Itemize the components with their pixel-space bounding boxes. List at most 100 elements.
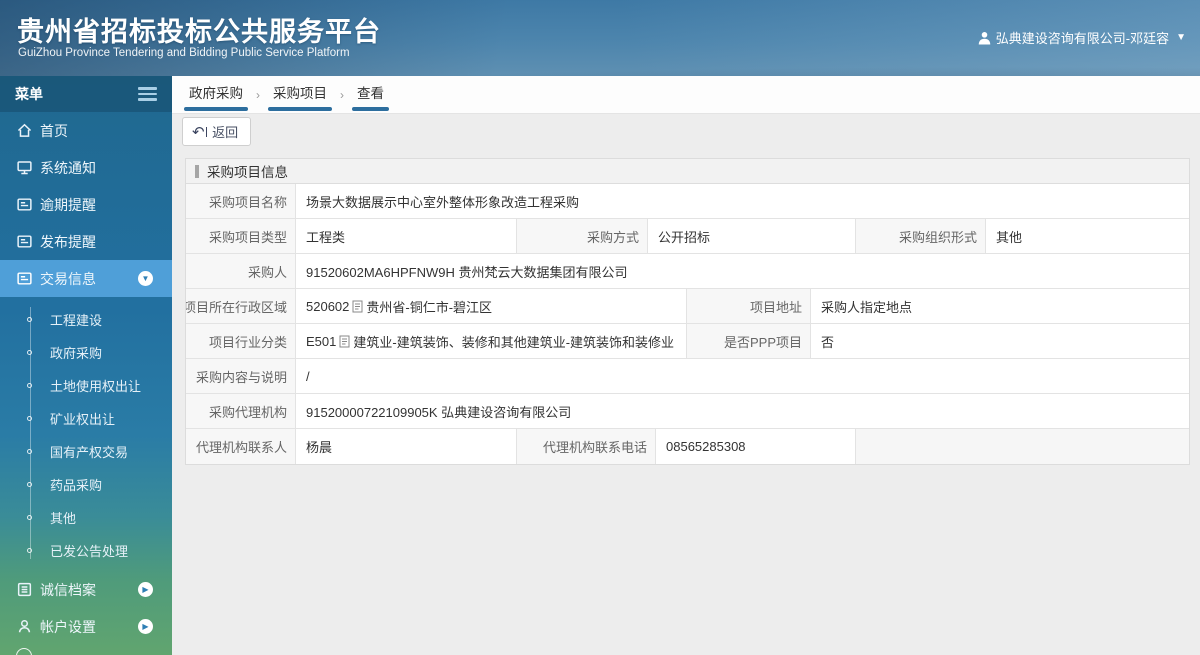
sidebar-menu-header: 菜单: [0, 76, 172, 112]
submenu-item-construction[interactable]: 工程建设: [0, 303, 172, 336]
user-icon: [978, 31, 991, 44]
breadcrumb-view[interactable]: 查看: [350, 76, 391, 114]
table-row: 采购代理机构 91520000722109905K 弘典建设咨询有限公司: [186, 394, 1189, 429]
chevron-down-circle-icon[interactable]: ▼: [138, 271, 153, 286]
field-value: 520602 贵州省-铜仁市-碧江区: [296, 289, 687, 323]
home-icon: [17, 123, 32, 137]
field-value: 工程类: [296, 219, 517, 253]
sidebar-item-label: 首页: [40, 122, 68, 139]
field-value: 采购人指定地点: [811, 289, 1189, 323]
clipped-menu-icon: [16, 648, 32, 655]
field-label: 采购组织形式: [856, 219, 986, 253]
sidebar: 菜单 首页 系统通知 逾期提醒 发布提醒 交易信息 ▼ 工程建设 政府采购 土地…: [0, 76, 172, 655]
sidebar-item-system-notice[interactable]: 系统通知: [0, 149, 172, 186]
folder-doc-icon: [17, 198, 32, 211]
sidebar-item-home[interactable]: 首页: [0, 112, 172, 149]
breadcrumb-separator: ›: [256, 87, 260, 102]
back-button-label: 返回: [212, 125, 239, 140]
field-value: 其他: [986, 219, 1189, 253]
industry-code: E501: [306, 333, 337, 349]
field-label: 采购内容与说明: [186, 359, 296, 393]
trade-info-submenu: 工程建设 政府采购 土地使用权出让 矿业权出让 国有产权交易 药品采购 其他 已…: [0, 297, 172, 571]
sidebar-item-credit-archive[interactable]: 诚信档案 ▶: [0, 571, 172, 608]
bullet-icon: [27, 317, 32, 322]
folder-doc-icon: [17, 235, 32, 248]
field-value: 08565285308: [656, 429, 856, 464]
submenu-item-drug-procurement[interactable]: 药品采购: [0, 468, 172, 501]
chevron-right-circle-icon[interactable]: ▶: [138, 582, 153, 597]
field-label: 项目地址: [687, 289, 811, 323]
table-row: 项目所在行政区域 520602 贵州省-铜仁市-碧江区 项目地址 采购人指定地点: [186, 289, 1189, 324]
menu-label: 菜单: [15, 86, 43, 102]
section-title: 采购项目信息: [207, 165, 288, 180]
sidebar-item-publish-reminder[interactable]: 发布提醒: [0, 223, 172, 260]
chevron-right-circle-icon[interactable]: ▶: [138, 619, 153, 634]
field-label: 采购人: [186, 254, 296, 288]
list-icon: [17, 582, 32, 597]
field-label: 采购方式: [517, 219, 648, 253]
submenu-item-mining-rights[interactable]: 矿业权出让: [0, 402, 172, 435]
submenu-item-gov-procurement[interactable]: 政府采购: [0, 336, 172, 369]
section-header: 采购项目信息: [186, 159, 1189, 184]
region-code: 520602: [306, 298, 350, 314]
bullet-icon: [27, 548, 32, 553]
bullet-icon: [27, 383, 32, 388]
field-value: 杨晨: [296, 429, 517, 464]
caret-down-icon: ▼: [1176, 32, 1186, 43]
sidebar-item-overdue-reminder[interactable]: 逾期提醒: [0, 186, 172, 223]
table-row: 采购项目名称 场景大数据展示中心室外整体形象改造工程采购: [186, 184, 1189, 219]
field-value: 公开招标: [648, 219, 856, 253]
user-name: 弘典建设咨询有限公司-邓廷容: [995, 31, 1170, 46]
field-value: E501 建筑业-建筑装饰、装修和其他建筑业-建筑装饰和装修业: [296, 324, 687, 358]
project-info-panel: 采购项目信息 采购项目名称 场景大数据展示中心室外整体形象改造工程采购 采购项目…: [185, 158, 1190, 465]
submenu-item-land-use[interactable]: 土地使用权出让: [0, 369, 172, 402]
user-outline-icon: [18, 620, 31, 633]
field-label: 采购代理机构: [186, 394, 296, 428]
field-value: 91520000722109905K 弘典建设咨询有限公司: [296, 394, 1189, 428]
field-label: 代理机构联系电话: [517, 429, 656, 464]
table-row: 采购内容与说明 /: [186, 359, 1189, 394]
monitor-icon: [17, 161, 32, 175]
top-header: 贵州省招标投标公共服务平台 GuiZhou Province Tendering…: [0, 0, 1200, 76]
sidebar-item-account-settings[interactable]: 帐户设置 ▶: [0, 608, 172, 645]
field-value: 场景大数据展示中心室外整体形象改造工程采购: [296, 184, 1189, 218]
breadcrumb: 政府采购 › 采购项目 › 查看: [172, 76, 1200, 114]
table-row: 采购项目类型 工程类 采购方式 公开招标 采购组织形式 其他: [186, 219, 1189, 254]
table-row: 采购人 91520602MA6HPFNW9H 贵州梵云大数据集团有限公司: [186, 254, 1189, 289]
field-label: 采购项目类型: [186, 219, 296, 253]
back-button[interactable]: ↶ 返回: [182, 117, 252, 146]
field-label: 代理机构联系人: [186, 429, 296, 464]
field-value: /: [296, 359, 1189, 393]
sidebar-item-label: 诚信档案: [40, 581, 96, 598]
bullet-icon: [27, 482, 32, 487]
region-text: 贵州省-铜仁市-碧江区: [366, 299, 493, 315]
undo-back-icon: ↶: [192, 123, 207, 141]
breadcrumb-gov-procurement[interactable]: 政府采购: [182, 76, 250, 114]
field-label: 采购项目名称: [186, 184, 296, 218]
table-row: 项目行业分类 E501 建筑业-建筑装饰、装修和其他建筑业-建筑装饰和装修业 是…: [186, 324, 1189, 359]
sidebar-item-label: 系统通知: [40, 159, 96, 176]
submenu-item-state-property[interactable]: 国有产权交易: [0, 435, 172, 468]
submenu-item-published-notices[interactable]: 已发公告处理: [0, 534, 172, 567]
field-label: 是否PPP项目: [687, 324, 811, 358]
main-content: 政府采购 › 采购项目 › 查看 ↶ 返回 采购项目信息 采购项目名称 场景大数…: [172, 76, 1200, 655]
submenu-item-other[interactable]: 其他: [0, 501, 172, 534]
hamburger-icon[interactable]: [138, 87, 157, 101]
platform-subtitle: GuiZhou Province Tendering and Bidding P…: [18, 47, 350, 59]
platform-title: 贵州省招标投标公共服务平台: [17, 17, 381, 47]
sidebar-item-label: 交易信息: [40, 270, 96, 287]
sidebar-item-label: 帐户设置: [40, 618, 96, 635]
app-root: 贵州省招标投标公共服务平台 GuiZhou Province Tendering…: [0, 0, 1200, 655]
sidebar-item-label: 发布提醒: [40, 233, 96, 250]
user-menu[interactable]: 弘典建设咨询有限公司-邓廷容 ▼: [978, 28, 1186, 47]
breadcrumb-procurement-project[interactable]: 采购项目: [266, 76, 334, 114]
document-lookup-icon[interactable]: [339, 335, 350, 348]
table-row: 代理机构联系人 杨晨 代理机构联系电话 08565285308: [186, 429, 1189, 464]
sidebar-item-label: 逾期提醒: [40, 196, 96, 213]
section-marker-bar: [195, 164, 199, 178]
sidebar-item-trade-info[interactable]: 交易信息 ▼: [0, 260, 172, 297]
field-label: 项目行业分类: [186, 324, 296, 358]
document-lookup-icon[interactable]: [352, 300, 363, 313]
breadcrumb-separator: ›: [340, 87, 344, 102]
field-value: 91520602MA6HPFNW9H 贵州梵云大数据集团有限公司: [296, 254, 1189, 288]
